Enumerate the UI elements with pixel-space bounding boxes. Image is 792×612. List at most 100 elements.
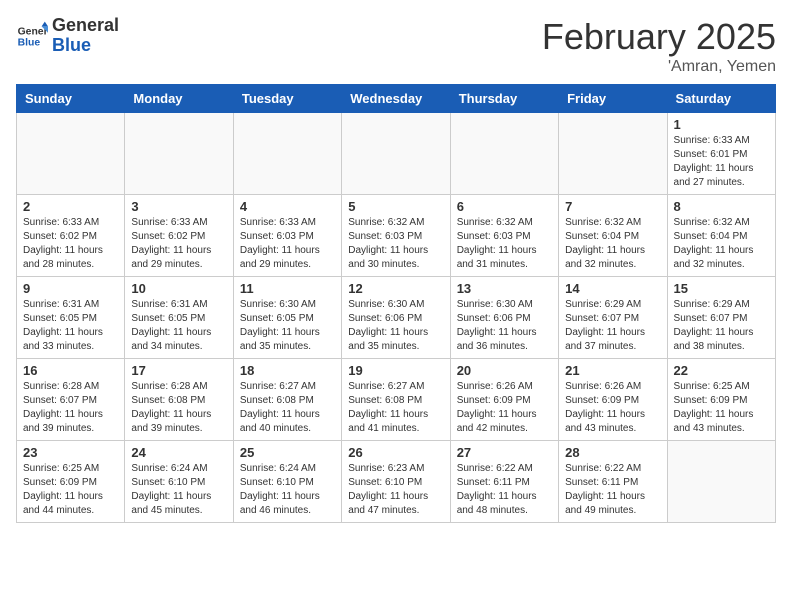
day-info: Sunrise: 6:27 AM Sunset: 6:08 PM Dayligh… [348, 380, 443, 436]
calendar-cell [233, 113, 341, 195]
calendar-cell: 24 Sunrise: 6:24 AM Sunset: 6:10 PM Dayli… [125, 441, 233, 523]
calendar-cell: 14 Sunrise: 6:29 AM Sunset: 6:07 PM Dayli… [559, 277, 667, 359]
day-info: Sunrise: 6:22 AM Sunset: 6:11 PM Dayligh… [457, 462, 552, 518]
day-info: Sunrise: 6:29 AM Sunset: 6:07 PM Dayligh… [565, 298, 660, 354]
calendar-cell: 17 Sunrise: 6:28 AM Sunset: 6:08 PM Dayli… [125, 359, 233, 441]
weekday-header-tuesday: Tuesday [233, 85, 341, 113]
day-number: 21 [565, 363, 660, 378]
day-info: Sunrise: 6:28 AM Sunset: 6:08 PM Dayligh… [131, 380, 226, 436]
day-info: Sunrise: 6:25 AM Sunset: 6:09 PM Dayligh… [674, 380, 769, 436]
logo: General Blue GeneralBlue [16, 16, 119, 56]
weekday-header-friday: Friday [559, 85, 667, 113]
logo-text: GeneralBlue [52, 16, 119, 56]
day-number: 3 [131, 199, 226, 214]
day-info: Sunrise: 6:33 AM Sunset: 6:02 PM Dayligh… [23, 216, 118, 272]
calendar-cell: 8 Sunrise: 6:32 AM Sunset: 6:04 PM Daylig… [667, 195, 775, 277]
day-number: 16 [23, 363, 118, 378]
calendar-table: SundayMondayTuesdayWednesdayThursdayFrid… [16, 84, 776, 523]
calendar-cell: 1 Sunrise: 6:33 AM Sunset: 6:01 PM Daylig… [667, 113, 775, 195]
day-number: 28 [565, 445, 660, 460]
weekday-header-thursday: Thursday [450, 85, 558, 113]
day-number: 4 [240, 199, 335, 214]
calendar-cell: 15Sunrise: 6:29 AM Sunset: 6:07 PM Dayli… [667, 277, 775, 359]
weekday-header-monday: Monday [125, 85, 233, 113]
calendar-cell: 10Sunrise: 6:31 AM Sunset: 6:05 PM Dayli… [125, 277, 233, 359]
day-number: 27 [457, 445, 552, 460]
svg-text:Blue: Blue [18, 37, 41, 48]
day-number: 18 [240, 363, 335, 378]
location-title: 'Amran, Yemen [542, 58, 776, 76]
day-number: 17 [131, 363, 226, 378]
weekday-header-saturday: Saturday [667, 85, 775, 113]
day-number: 9 [23, 281, 118, 296]
day-info: Sunrise: 6:30 AM Sunset: 6:06 PM Dayligh… [457, 298, 552, 354]
day-number: 2 [23, 199, 118, 214]
calendar-cell: 4 Sunrise: 6:33 AM Sunset: 6:03 PM Daylig… [233, 195, 341, 277]
day-number: 5 [348, 199, 443, 214]
calendar-cell: 16Sunrise: 6:28 AM Sunset: 6:07 PM Dayli… [17, 359, 125, 441]
day-number: 1 [674, 117, 769, 132]
day-info: Sunrise: 6:32 AM Sunset: 6:04 PM Dayligh… [674, 216, 769, 272]
day-info: Sunrise: 6:26 AM Sunset: 6:09 PM Dayligh… [565, 380, 660, 436]
day-info: Sunrise: 6:24 AM Sunset: 6:10 PM Dayligh… [131, 462, 226, 518]
day-info: Sunrise: 6:24 AM Sunset: 6:10 PM Dayligh… [240, 462, 335, 518]
day-number: 8 [674, 199, 769, 214]
calendar-cell: 28 Sunrise: 6:22 AM Sunset: 6:11 PM Dayli… [559, 441, 667, 523]
calendar-cell: 2 Sunrise: 6:33 AM Sunset: 6:02 PM Daylig… [17, 195, 125, 277]
calendar-cell [559, 113, 667, 195]
day-number: 10 [131, 281, 226, 296]
day-info: Sunrise: 6:22 AM Sunset: 6:11 PM Dayligh… [565, 462, 660, 518]
day-info: Sunrise: 6:33 AM Sunset: 6:01 PM Dayligh… [674, 134, 769, 190]
day-info: Sunrise: 6:31 AM Sunset: 6:05 PM Dayligh… [23, 298, 118, 354]
calendar-cell: 23Sunrise: 6:25 AM Sunset: 6:09 PM Dayli… [17, 441, 125, 523]
calendar-cell [125, 113, 233, 195]
day-info: Sunrise: 6:33 AM Sunset: 6:03 PM Dayligh… [240, 216, 335, 272]
calendar-cell [667, 441, 775, 523]
weekday-header-wednesday: Wednesday [342, 85, 450, 113]
day-number: 23 [23, 445, 118, 460]
day-info: Sunrise: 6:29 AM Sunset: 6:07 PM Dayligh… [674, 298, 769, 354]
day-number: 13 [457, 281, 552, 296]
day-info: Sunrise: 6:23 AM Sunset: 6:10 PM Dayligh… [348, 462, 443, 518]
day-info: Sunrise: 6:32 AM Sunset: 6:03 PM Dayligh… [348, 216, 443, 272]
calendar-cell: 5 Sunrise: 6:32 AM Sunset: 6:03 PM Daylig… [342, 195, 450, 277]
calendar-cell: 3 Sunrise: 6:33 AM Sunset: 6:02 PM Daylig… [125, 195, 233, 277]
day-info: Sunrise: 6:33 AM Sunset: 6:02 PM Dayligh… [131, 216, 226, 272]
calendar-cell: 18Sunrise: 6:27 AM Sunset: 6:08 PM Dayli… [233, 359, 341, 441]
calendar-cell: 20Sunrise: 6:26 AM Sunset: 6:09 PM Dayli… [450, 359, 558, 441]
calendar-week-row: 23Sunrise: 6:25 AM Sunset: 6:09 PM Dayli… [17, 441, 776, 523]
calendar-cell [450, 113, 558, 195]
logo-general: General [52, 16, 119, 36]
calendar-cell: 7Sunrise: 6:32 AM Sunset: 6:04 PM Daylig… [559, 195, 667, 277]
day-number: 19 [348, 363, 443, 378]
day-info: Sunrise: 6:32 AM Sunset: 6:03 PM Dayligh… [457, 216, 552, 272]
day-number: 25 [240, 445, 335, 460]
calendar-cell: 25 Sunrise: 6:24 AM Sunset: 6:10 PM Dayli… [233, 441, 341, 523]
calendar-cell: 26 Sunrise: 6:23 AM Sunset: 6:10 PM Dayli… [342, 441, 450, 523]
day-info: Sunrise: 6:26 AM Sunset: 6:09 PM Dayligh… [457, 380, 552, 436]
month-title: February 2025 [542, 16, 776, 58]
day-number: 11 [240, 281, 335, 296]
day-info: Sunrise: 6:30 AM Sunset: 6:05 PM Dayligh… [240, 298, 335, 354]
calendar-cell [17, 113, 125, 195]
weekday-header-sunday: Sunday [17, 85, 125, 113]
day-number: 26 [348, 445, 443, 460]
day-number: 7 [565, 199, 660, 214]
day-number: 12 [348, 281, 443, 296]
logo-icon: General Blue [16, 20, 48, 52]
title-block: February 2025 'Amran, Yemen [542, 16, 776, 76]
day-number: 14 [565, 281, 660, 296]
calendar-cell: 6 Sunrise: 6:32 AM Sunset: 6:03 PM Daylig… [450, 195, 558, 277]
logo-blue: Blue [52, 36, 119, 56]
calendar-header-row: SundayMondayTuesdayWednesdayThursdayFrid… [17, 85, 776, 113]
calendar-cell: 22 Sunrise: 6:25 AM Sunset: 6:09 PM Dayli… [667, 359, 775, 441]
calendar-week-row: 1 Sunrise: 6:33 AM Sunset: 6:01 PM Daylig… [17, 113, 776, 195]
day-number: 6 [457, 199, 552, 214]
day-number: 24 [131, 445, 226, 460]
calendar-cell: 9 Sunrise: 6:31 AM Sunset: 6:05 PM Daylig… [17, 277, 125, 359]
calendar-cell: 21 Sunrise: 6:26 AM Sunset: 6:09 PM Dayli… [559, 359, 667, 441]
calendar-cell: 19 Sunrise: 6:27 AM Sunset: 6:08 PM Dayli… [342, 359, 450, 441]
calendar-week-row: 16Sunrise: 6:28 AM Sunset: 6:07 PM Dayli… [17, 359, 776, 441]
day-number: 22 [674, 363, 769, 378]
calendar-cell: 12Sunrise: 6:30 AM Sunset: 6:06 PM Dayli… [342, 277, 450, 359]
